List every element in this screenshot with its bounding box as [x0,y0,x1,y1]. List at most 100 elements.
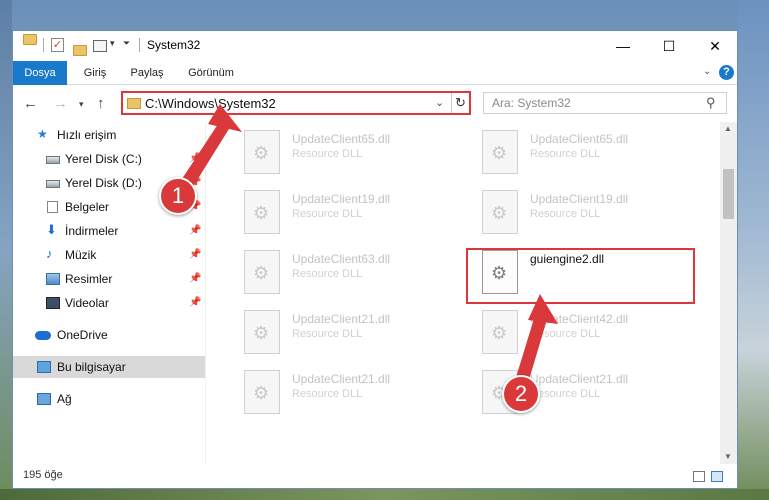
address-history-chevron-icon[interactable]: ⌄ [435,96,444,109]
large-icons-view-icon[interactable] [711,471,723,482]
file-type: Resource DLL [530,148,601,160]
dll-file-icon: ⚙ [244,130,280,174]
nav-item-downloads[interactable]: ⬇ İndirmeler 📌 [13,220,205,242]
toolbar-separator [43,38,44,52]
address-path[interactable]: C:\Windows\System32 [145,96,276,111]
nav-item-label: Yerel Disk (D:) [65,176,142,190]
nav-item-music[interactable]: ♪ Müzik 📌 [13,244,205,266]
file-item[interactable]: ⚙ UpdateClient19.dll Resource DLL [208,186,438,244]
dll-file-icon: ⚙ [244,190,280,234]
navigation-pane: ★ Hızlı erişim Yerel Disk (C:) 📌 Yerel D… [13,122,205,464]
gear-icon: ⚙ [253,143,270,163]
file-name: UpdateClient65.dll [292,132,391,146]
chevron-down-icon[interactable]: ▾ [110,38,115,54]
address-bar[interactable]: C:\Windows\System32 ⌄ ↻ [121,91,471,115]
tab-home[interactable]: Giriş [71,61,119,85]
file-type: Resource DLL [530,388,601,400]
file-item[interactable]: ⚙ UpdateClient21.dll Resource DLL [208,306,438,364]
gear-icon: ⚙ [253,203,270,223]
refresh-icon[interactable]: ↻ [451,93,469,113]
file-item[interactable]: ⚙ UpdateClient42.dll Resource DLL [446,306,676,364]
video-icon [46,297,60,309]
nav-item-label: Belgeler [65,200,110,214]
file-item[interactable]: ⚙ UpdateClient63.dll Resource DLL [208,246,438,304]
nav-item-quick-access[interactable]: ★ Hızlı erişim [13,124,205,146]
file-name: UpdateClient21.dll [292,372,391,386]
file-item[interactable]: ⚙ UpdateClient21.dll Resource DLL [446,366,676,424]
drive-icon [46,180,60,188]
nav-item-local-disk-c[interactable]: Yerel Disk (C:) 📌 [13,148,205,170]
scrollbar-thumb[interactable] [723,169,734,219]
dll-file-icon: ⚙ [482,130,518,174]
minimize-button[interactable]: — [600,31,646,61]
file-name: UpdateClient19.dll [292,192,391,206]
search-input[interactable]: Ara: System32 ⚲ [483,92,727,114]
tab-file[interactable]: Dosya [13,61,67,85]
file-item[interactable]: ⚙ UpdateClient65.dll Resource DLL [446,126,676,184]
dll-file-icon: ⚙ [244,370,280,414]
nav-item-onedrive[interactable]: OneDrive [13,324,205,346]
music-icon: ♪ [46,246,53,261]
file-type: Resource DLL [292,388,363,400]
file-item[interactable]: ⚙ UpdateClient21.dll Resource DLL [208,366,438,424]
document-icon [47,201,58,213]
properties-check-icon[interactable]: ✓ [51,38,64,52]
nav-item-label: OneDrive [57,328,108,342]
pin-icon[interactable]: 📌 [189,225,201,236]
nav-item-videos[interactable]: Videolar 📌 [13,292,205,314]
scroll-down-icon[interactable]: ▼ [724,452,732,461]
customize-toolbar-icon[interactable]: ⏷ [123,38,130,54]
star-icon: ★ [37,127,48,141]
tab-share[interactable]: Paylaş [121,61,173,85]
file-type: Resource DLL [292,148,363,160]
network-icon [37,393,51,405]
search-placeholder: Ara: System32 [492,96,571,110]
gear-icon: ⚙ [253,263,270,283]
dll-file-icon: ⚙ [482,310,518,354]
pin-icon[interactable]: 📌 [189,153,201,164]
new-folder-icon[interactable] [73,45,87,56]
file-type: Resource DLL [292,268,363,280]
file-name: UpdateClient65.dll [530,132,629,146]
nav-item-label: Yerel Disk (C:) [65,152,142,166]
forward-arrow-icon[interactable]: → [53,95,68,112]
dll-file-icon: ⚙ [482,190,518,234]
view-options-icon[interactable] [93,40,107,52]
nav-item-this-pc[interactable]: Bu bilgisayar [13,356,205,378]
pin-icon[interactable]: 📌 [189,249,201,260]
window-title: System32 [147,38,201,52]
desktop-background-bottom [0,489,769,500]
file-item[interactable]: ⚙ UpdateClient19.dll Resource DLL [446,186,676,244]
file-type: Resource DLL [530,328,601,340]
up-arrow-icon[interactable]: ↑ [97,95,105,112]
folder-icon [23,34,37,45]
details-view-icon[interactable] [693,471,705,482]
title-bar: ✓ ▾ ⏷ System32 — ☐ ✕ [13,31,737,61]
gear-icon: ⚙ [253,383,270,403]
pin-icon[interactable]: 📌 [189,273,201,284]
search-icon[interactable]: ⚲ [706,95,716,111]
tab-view[interactable]: Görünüm [179,61,243,85]
recent-locations-icon[interactable]: ▾ [79,99,84,110]
back-arrow-icon[interactable]: ← [23,95,38,112]
folder-icon [127,98,141,109]
gear-icon: ⚙ [491,323,508,343]
gear-icon: ⚙ [253,323,270,343]
scroll-up-icon[interactable]: ▲ [724,124,732,133]
computer-icon [37,361,51,373]
highlight-box [466,248,695,304]
maximize-button[interactable]: ☐ [646,31,692,61]
file-item[interactable]: ⚙ UpdateClient65.dll Resource DLL [208,126,438,184]
gear-icon: ⚙ [491,143,508,163]
nav-item-network[interactable]: Ağ [13,388,205,410]
file-name: UpdateClient21.dll [530,372,629,386]
close-button[interactable]: ✕ [692,31,738,61]
pin-icon[interactable]: 📌 [189,297,201,308]
expand-ribbon-icon[interactable]: ⌄ [703,66,711,77]
file-name: UpdateClient42.dll [530,312,629,326]
vertical-scrollbar[interactable]: ▲ ▼ [720,122,737,464]
nav-item-label: Bu bilgisayar [57,360,126,374]
nav-item-pictures[interactable]: Resimler 📌 [13,268,205,290]
nav-item-label: Ağ [57,392,72,406]
help-icon[interactable]: ? [719,65,734,80]
